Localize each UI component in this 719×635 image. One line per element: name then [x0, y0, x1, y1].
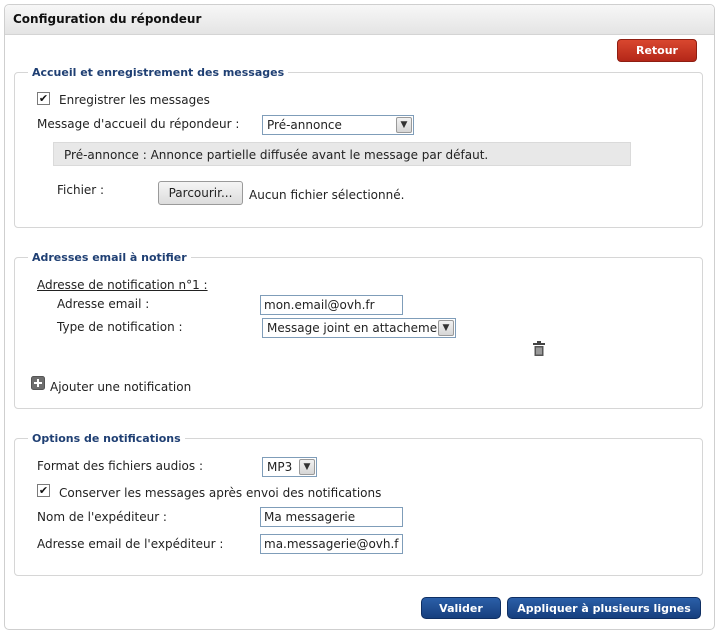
record-messages-label: Enregistrer les messages	[59, 93, 210, 107]
email-input[interactable]	[260, 295, 403, 315]
email-label: Adresse email :	[57, 297, 150, 311]
check-icon: ✔	[38, 484, 49, 497]
audio-format-label: Format des fichiers audios :	[37, 459, 204, 473]
notification-type-select[interactable]: Message joint en attachement ▼	[262, 318, 456, 338]
keep-messages-checkbox[interactable]: ✔	[37, 484, 50, 497]
validate-button[interactable]: Valider	[421, 597, 501, 619]
sender-email-input[interactable]	[260, 534, 403, 554]
plus-icon[interactable]	[31, 376, 45, 390]
notification-title: Adresse de notification n°1 :	[37, 278, 208, 292]
keep-messages-label: Conserver les messages après envoi des n…	[59, 486, 382, 500]
browse-button[interactable]: Parcourir...	[158, 181, 243, 205]
trash-icon[interactable]	[532, 341, 546, 357]
page-title: Configuration du répondeur	[13, 12, 202, 26]
greeting-message-select[interactable]: Pré-annonce ▼	[262, 115, 414, 135]
file-label: Fichier :	[57, 183, 105, 197]
greeting-info-text: Pré-annonce : Annonce partielle diffusée…	[64, 148, 489, 162]
chevron-down-icon[interactable]: ▼	[396, 117, 412, 133]
sender-name-input[interactable]	[260, 507, 403, 527]
sender-name-label: Nom de l'expéditeur :	[37, 510, 167, 524]
audio-format-select[interactable]: MP3 ▼	[262, 457, 317, 477]
notification-type-value: Message joint en attachement	[267, 321, 450, 335]
audio-format-value: MP3	[267, 460, 293, 474]
greeting-info-box: Pré-annonce : Annonce partielle diffusée…	[53, 142, 631, 166]
panel-header: Configuration du répondeur	[5, 5, 714, 35]
check-icon: ✔	[38, 92, 49, 105]
emails-legend: Adresses email à notifier	[28, 251, 191, 264]
back-button[interactable]: Retour	[617, 39, 697, 62]
greeting-message-label: Message d'accueil du répondeur :	[37, 117, 240, 131]
record-messages-checkbox[interactable]: ✔	[37, 92, 50, 105]
chevron-down-icon[interactable]: ▼	[299, 459, 315, 475]
chevron-down-icon[interactable]: ▼	[438, 320, 454, 336]
options-legend: Options de notifications	[28, 432, 185, 445]
apply-multiple-lines-button[interactable]: Appliquer à plusieurs lignes	[507, 597, 701, 619]
greeting-message-value: Pré-annonce	[267, 118, 342, 132]
greeting-legend: Accueil et enregistrement des messages	[28, 66, 289, 79]
no-file-text: Aucun fichier sélectionné.	[249, 188, 405, 202]
add-notification-link[interactable]: Ajouter une notification	[50, 380, 191, 394]
notification-type-label: Type de notification :	[57, 320, 183, 334]
sender-email-label: Adresse email de l'expéditeur :	[37, 537, 224, 551]
